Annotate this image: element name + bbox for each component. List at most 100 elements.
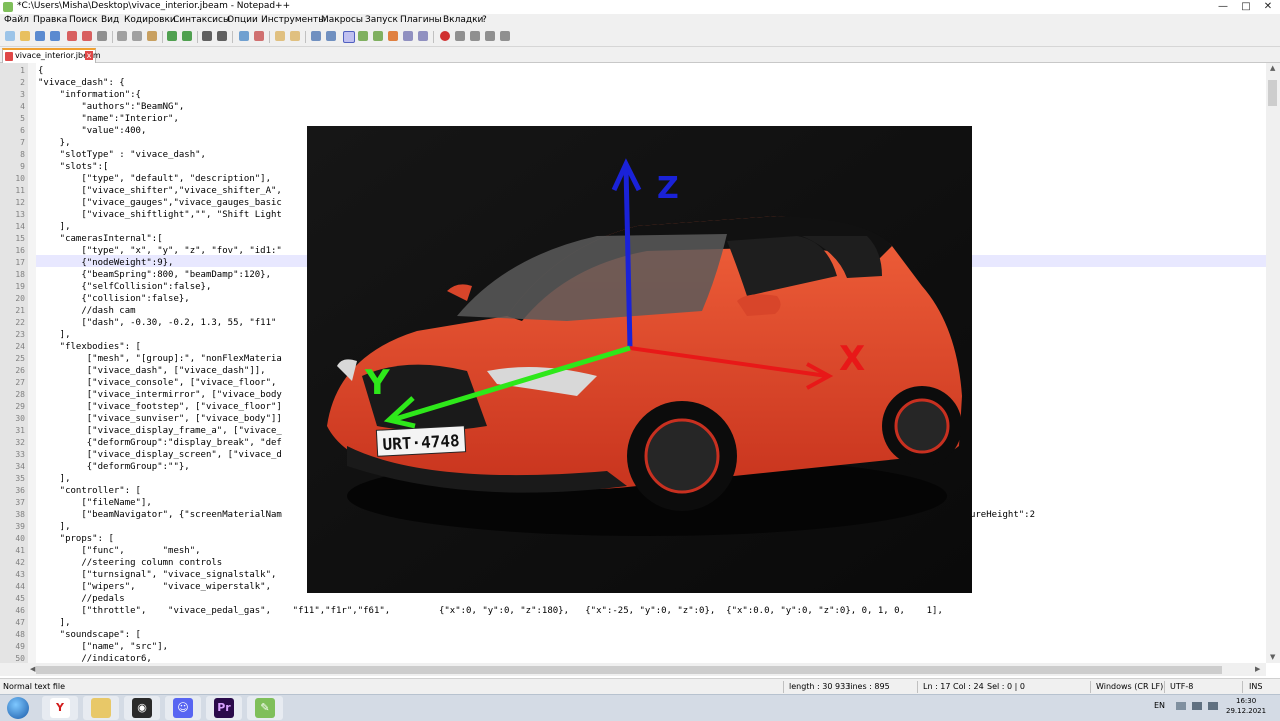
word-wrap-icon[interactable] — [311, 31, 321, 41]
find-icon[interactable] — [202, 31, 212, 41]
record-macro-icon[interactable] — [440, 31, 450, 41]
paste-icon[interactable] — [147, 31, 157, 41]
show-all-chars-icon[interactable] — [326, 31, 336, 41]
menu-options[interactable]: Опции — [227, 15, 258, 25]
code-line[interactable]: ["dash", -0.30, -0.2, 1.3, 55, "f11" — [38, 317, 276, 329]
taskbar-app[interactable]: ◉ — [124, 696, 160, 720]
save-icon[interactable] — [35, 31, 45, 41]
code-line[interactable]: ["vivace_intermirror", ["vivace_body — [38, 389, 282, 401]
code-line[interactable]: ], — [38, 473, 71, 485]
menu-encoding[interactable]: Кодировки — [124, 15, 176, 25]
menu-file[interactable]: Файл — [4, 15, 29, 25]
code-line[interactable]: {"nodeWeight":9}, — [38, 257, 173, 269]
code-line[interactable]: {"selfCollision":false}, — [38, 281, 211, 293]
volume-icon[interactable] — [1208, 702, 1218, 710]
code-line[interactable]: ["mesh", "[group]:", "nonFlexMateria — [38, 353, 282, 365]
taskbar-app[interactable]: Pr — [206, 696, 242, 720]
code-line[interactable]: ["vivace_dash", ["vivace_dash"]], — [38, 365, 266, 377]
menu-plugins[interactable]: Плагины — [400, 15, 442, 25]
menu-help[interactable]: ? — [482, 15, 487, 25]
code-line[interactable]: ["type", "x", "y", "z", "fov", "id1:" — [38, 245, 282, 257]
code-line[interactable]: "flexbodies": [ — [38, 341, 141, 353]
clock-time[interactable]: 16:30 — [1236, 697, 1256, 705]
code-line[interactable]: "slots":[ — [38, 161, 109, 173]
taskbar-app[interactable] — [83, 696, 119, 720]
stop-macro-icon[interactable] — [455, 31, 465, 41]
close-all-icon[interactable] — [82, 31, 92, 41]
code-line[interactable]: ["vivace_display_screen", ["vivace_d — [38, 449, 282, 461]
scroll-right-icon[interactable]: ▶ — [1255, 665, 1260, 673]
menu-tabs[interactable]: Вкладки — [443, 15, 483, 25]
monitoring-icon[interactable] — [403, 31, 413, 41]
folder-workspace-icon[interactable] — [388, 31, 398, 41]
code-line[interactable]: ["name", "src"], — [38, 641, 168, 653]
code-line[interactable]: ], — [38, 221, 71, 233]
code-line[interactable]: { — [38, 65, 43, 77]
indent-guide-icon[interactable] — [343, 31, 355, 43]
code-line[interactable]: }, — [38, 137, 71, 149]
code-line[interactable]: //pedals — [38, 593, 124, 605]
code-line[interactable]: "vivace_dash": { — [38, 77, 125, 89]
code-line[interactable]: ["vivace_shiftlight","", "Shift Light — [38, 209, 282, 221]
code-line[interactable]: {"beamSpring":800, "beamDamp":120}, — [38, 269, 271, 281]
code-line[interactable]: ["vivace_display_frame_a", ["vivace_ — [38, 425, 282, 437]
code-line[interactable]: "information":{ — [38, 89, 141, 101]
function-list-icon[interactable] — [373, 31, 383, 41]
tray-up-icon[interactable] — [1176, 702, 1186, 710]
menu-tools[interactable]: Инструменты — [261, 15, 325, 25]
doc-map-icon[interactable] — [358, 31, 368, 41]
code-line[interactable]: "value":400, — [38, 125, 146, 137]
language-indicator[interactable]: EN — [1154, 701, 1165, 710]
code-line[interactable]: ["type", "default", "description"], — [38, 173, 271, 185]
menu-search[interactable]: Поиск — [69, 15, 98, 25]
vertical-scrollbar[interactable]: ▲ ▼ — [1266, 63, 1280, 663]
scroll-up-icon[interactable]: ▲ — [1270, 64, 1275, 72]
zoom-out-icon[interactable] — [254, 31, 264, 41]
redo-icon[interactable] — [182, 31, 192, 41]
open-file-icon[interactable] — [20, 31, 30, 41]
tab-close-icon[interactable]: x — [85, 51, 93, 60]
maximize-button[interactable]: □ — [1235, 1, 1257, 13]
sync-h-icon[interactable] — [290, 31, 300, 41]
code-line[interactable]: ["vivace_footstep", ["vivace_floor"] — [38, 401, 282, 413]
network-icon[interactable] — [1192, 702, 1202, 710]
code-line[interactable]: ["throttle", "vivace_pedal_gas", "f11","… — [38, 605, 943, 617]
replace-icon[interactable] — [217, 31, 227, 41]
scroll-left-icon[interactable]: ◀ — [30, 665, 35, 673]
code-line[interactable]: ["vivace_gauges","vivace_gauges_basic — [38, 197, 282, 209]
vertical-scroll-thumb[interactable] — [1268, 80, 1277, 106]
clock-date[interactable]: 29.12.2021 — [1226, 707, 1266, 715]
tab-vivace-interior[interactable]: vivace_interior.jbeam x — [2, 48, 101, 63]
zoom-in-icon[interactable] — [239, 31, 249, 41]
scroll-down-icon[interactable]: ▼ — [1270, 653, 1275, 661]
code-line[interactable]: "soundscape": [ — [38, 629, 141, 641]
code-line[interactable]: "name":"Interior", — [38, 113, 179, 125]
code-line[interactable]: "controller": [ — [38, 485, 141, 497]
code-line[interactable]: "camerasInternal":[ — [38, 233, 163, 245]
code-line[interactable]: //dash cam — [38, 305, 135, 317]
cut-icon[interactable] — [117, 31, 127, 41]
sync-v-icon[interactable] — [275, 31, 285, 41]
code-line[interactable]: ], — [38, 617, 71, 629]
copy-icon[interactable] — [132, 31, 142, 41]
run-macro-multiple-icon[interactable] — [485, 31, 495, 41]
code-line[interactable]: ["fileName"], — [38, 497, 151, 509]
code-line[interactable]: "authors":"BeamNG", — [38, 101, 184, 113]
code-line[interactable]: "props": [ — [38, 533, 114, 545]
code-line[interactable]: ["vivace_shifter","vivace_shifter_A", — [38, 185, 282, 197]
minimize-button[interactable]: — — [1212, 1, 1234, 13]
code-line[interactable]: {"deformGroup":"display_break", "def — [38, 437, 282, 449]
start-button[interactable] — [4, 696, 32, 720]
menu-syntax[interactable]: Синтаксисы — [173, 15, 230, 25]
menu-macros[interactable]: Макросы — [321, 15, 363, 25]
menu-edit[interactable]: Правка — [33, 15, 67, 25]
taskbar-app[interactable]: ☺ — [165, 696, 201, 720]
taskbar-app[interactable]: ✎ — [247, 696, 283, 720]
code-line[interactable]: //steering column controls — [38, 557, 222, 569]
taskbar-app[interactable]: Y — [42, 696, 78, 720]
menu-view[interactable]: Вид — [101, 15, 119, 25]
close-file-icon[interactable] — [67, 31, 77, 41]
code-line[interactable]: ["vivace_sunviser", ["vivace_body"]] — [38, 413, 282, 425]
new-file-icon[interactable] — [5, 31, 15, 41]
code-line[interactable]: ["vivace_console", ["vivace_floor", — [38, 377, 277, 389]
